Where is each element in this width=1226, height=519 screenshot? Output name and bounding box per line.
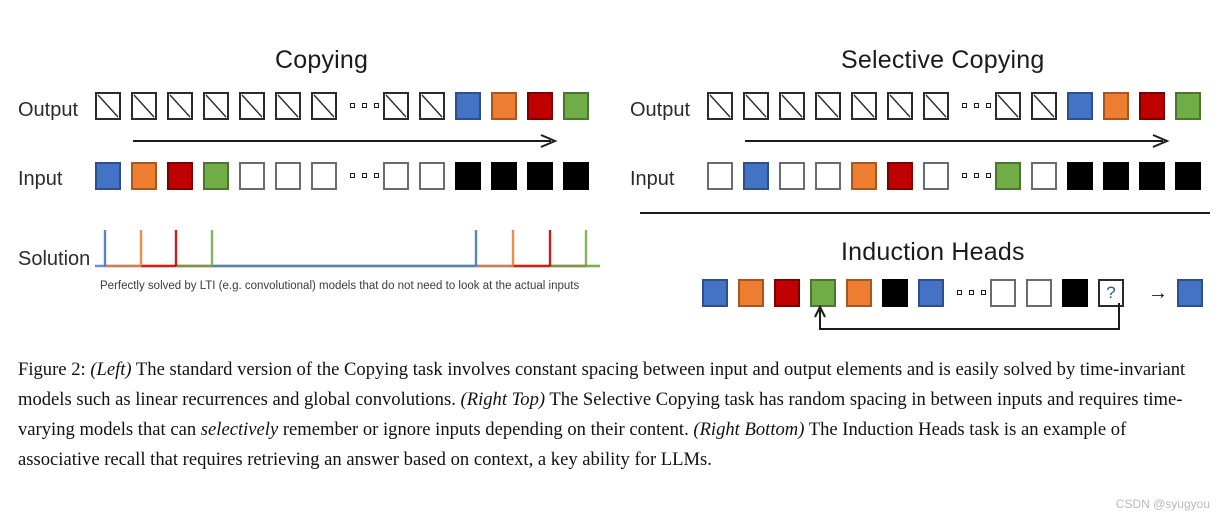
left-output-row-label: Output xyxy=(18,99,79,121)
caption-prefix: Figure 2: xyxy=(18,359,91,380)
sequence-cell-diag xyxy=(743,92,769,120)
solution-note: Perfectly solved by LTI (e.g. convolutio… xyxy=(100,280,580,292)
sequence-cell-white xyxy=(275,162,301,190)
sequence-cell-green xyxy=(995,162,1021,190)
caption-tag-right-top: (Right Top) xyxy=(460,389,546,410)
left-solution-row-label: Solution xyxy=(18,248,91,270)
sequence-cell-black xyxy=(563,162,589,190)
sequence-cell-green xyxy=(203,162,229,190)
sequence-cell-diag xyxy=(167,92,193,120)
sequence-cell-black xyxy=(1067,162,1093,190)
sequence-cell-red xyxy=(527,92,553,120)
left-output-row xyxy=(95,92,600,124)
left-input-row-label: Input xyxy=(18,168,63,190)
sequence-cell-black xyxy=(1139,162,1165,190)
sequence-cell-diag xyxy=(995,92,1021,120)
figure-area: Copying Output Input Solution Perfectly … xyxy=(0,0,1226,345)
sequence-cell-diag xyxy=(383,92,409,120)
caption-text-3: remember or ignore inputs depending on t… xyxy=(278,419,694,440)
sequence-cell-diag xyxy=(815,92,841,120)
sequence-cell-white xyxy=(923,162,949,190)
sequence-cell-green xyxy=(1175,92,1201,120)
sequence-cell-orange xyxy=(1103,92,1129,120)
sequence-cell-green xyxy=(563,92,589,120)
right-time-arrow xyxy=(745,134,1170,148)
sequence-cell-white xyxy=(815,162,841,190)
sequence-cell-diag xyxy=(1031,92,1057,120)
right-output-row-label: Output xyxy=(630,99,691,121)
ellipsis-icon xyxy=(962,173,991,178)
sequence-cell-white xyxy=(311,162,337,190)
watermark: CSDN @syugyou xyxy=(1115,497,1210,511)
sequence-cell-red xyxy=(774,279,800,307)
sequence-cell-white xyxy=(239,162,265,190)
sequence-cell-diag xyxy=(95,92,121,120)
sequence-cell-blue xyxy=(95,162,121,190)
sequence-cell-red xyxy=(167,162,193,190)
sequence-cell-diag xyxy=(419,92,445,120)
right-bottom-panel-title: Induction Heads xyxy=(841,238,1025,266)
sequence-cell-diag xyxy=(707,92,733,120)
ellipsis-icon xyxy=(350,173,379,178)
sequence-cell-black xyxy=(455,162,481,190)
figure-caption: Figure 2: (Left) The standard version of… xyxy=(18,355,1210,475)
sequence-cell-red xyxy=(1139,92,1165,120)
sequence-cell-orange xyxy=(491,92,517,120)
induction-result-arrow-icon: → xyxy=(1148,282,1168,304)
sequence-cell-blue xyxy=(1067,92,1093,120)
sequence-cell-white xyxy=(419,162,445,190)
sequence-cell-white xyxy=(707,162,733,190)
sequence-cell-diag xyxy=(887,92,913,120)
sequence-cell-black xyxy=(527,162,553,190)
sequence-cell-red xyxy=(887,162,913,190)
caption-tag-left: (Left) xyxy=(90,359,132,380)
sequence-cell-diag xyxy=(239,92,265,120)
sequence-cell-black xyxy=(491,162,517,190)
sequence-cell-white xyxy=(383,162,409,190)
right-output-row xyxy=(707,92,1212,124)
sequence-cell-diag xyxy=(779,92,805,120)
sequence-cell-diag xyxy=(203,92,229,120)
ellipsis-icon xyxy=(957,290,986,295)
right-input-row xyxy=(707,162,1212,194)
sequence-cell-orange xyxy=(131,162,157,190)
left-time-arrow xyxy=(133,134,558,148)
sequence-cell-diag xyxy=(923,92,949,120)
sequence-cell-black xyxy=(1103,162,1129,190)
panel-divider xyxy=(640,212,1210,214)
left-panel-title: Copying xyxy=(275,46,369,74)
right-input-row-label: Input xyxy=(630,168,675,190)
sequence-cell-orange xyxy=(851,162,877,190)
sequence-cell-diag xyxy=(311,92,337,120)
sequence-cell-blue xyxy=(743,162,769,190)
sequence-cell-diag xyxy=(851,92,877,120)
recall-hook-arrow-icon xyxy=(814,303,1120,330)
left-input-row xyxy=(95,162,600,194)
solution-signal-plot xyxy=(95,230,600,268)
ellipsis-icon xyxy=(962,103,991,108)
caption-emphasis: selectively xyxy=(200,419,279,440)
sequence-cell-diag xyxy=(131,92,157,120)
sequence-cell-diag xyxy=(275,92,301,120)
sequence-cell-black xyxy=(1175,162,1201,190)
sequence-cell-orange xyxy=(738,279,764,307)
ellipsis-icon xyxy=(350,103,379,108)
caption-tag-right-bottom: (Right Bottom) xyxy=(693,419,805,440)
sequence-cell-white xyxy=(1031,162,1057,190)
sequence-cell-blue xyxy=(702,279,728,307)
sequence-cell-blue xyxy=(455,92,481,120)
sequence-cell-white xyxy=(779,162,805,190)
right-top-panel-title: Selective Copying xyxy=(841,46,1045,74)
induction-result-cell xyxy=(1177,279,1203,307)
